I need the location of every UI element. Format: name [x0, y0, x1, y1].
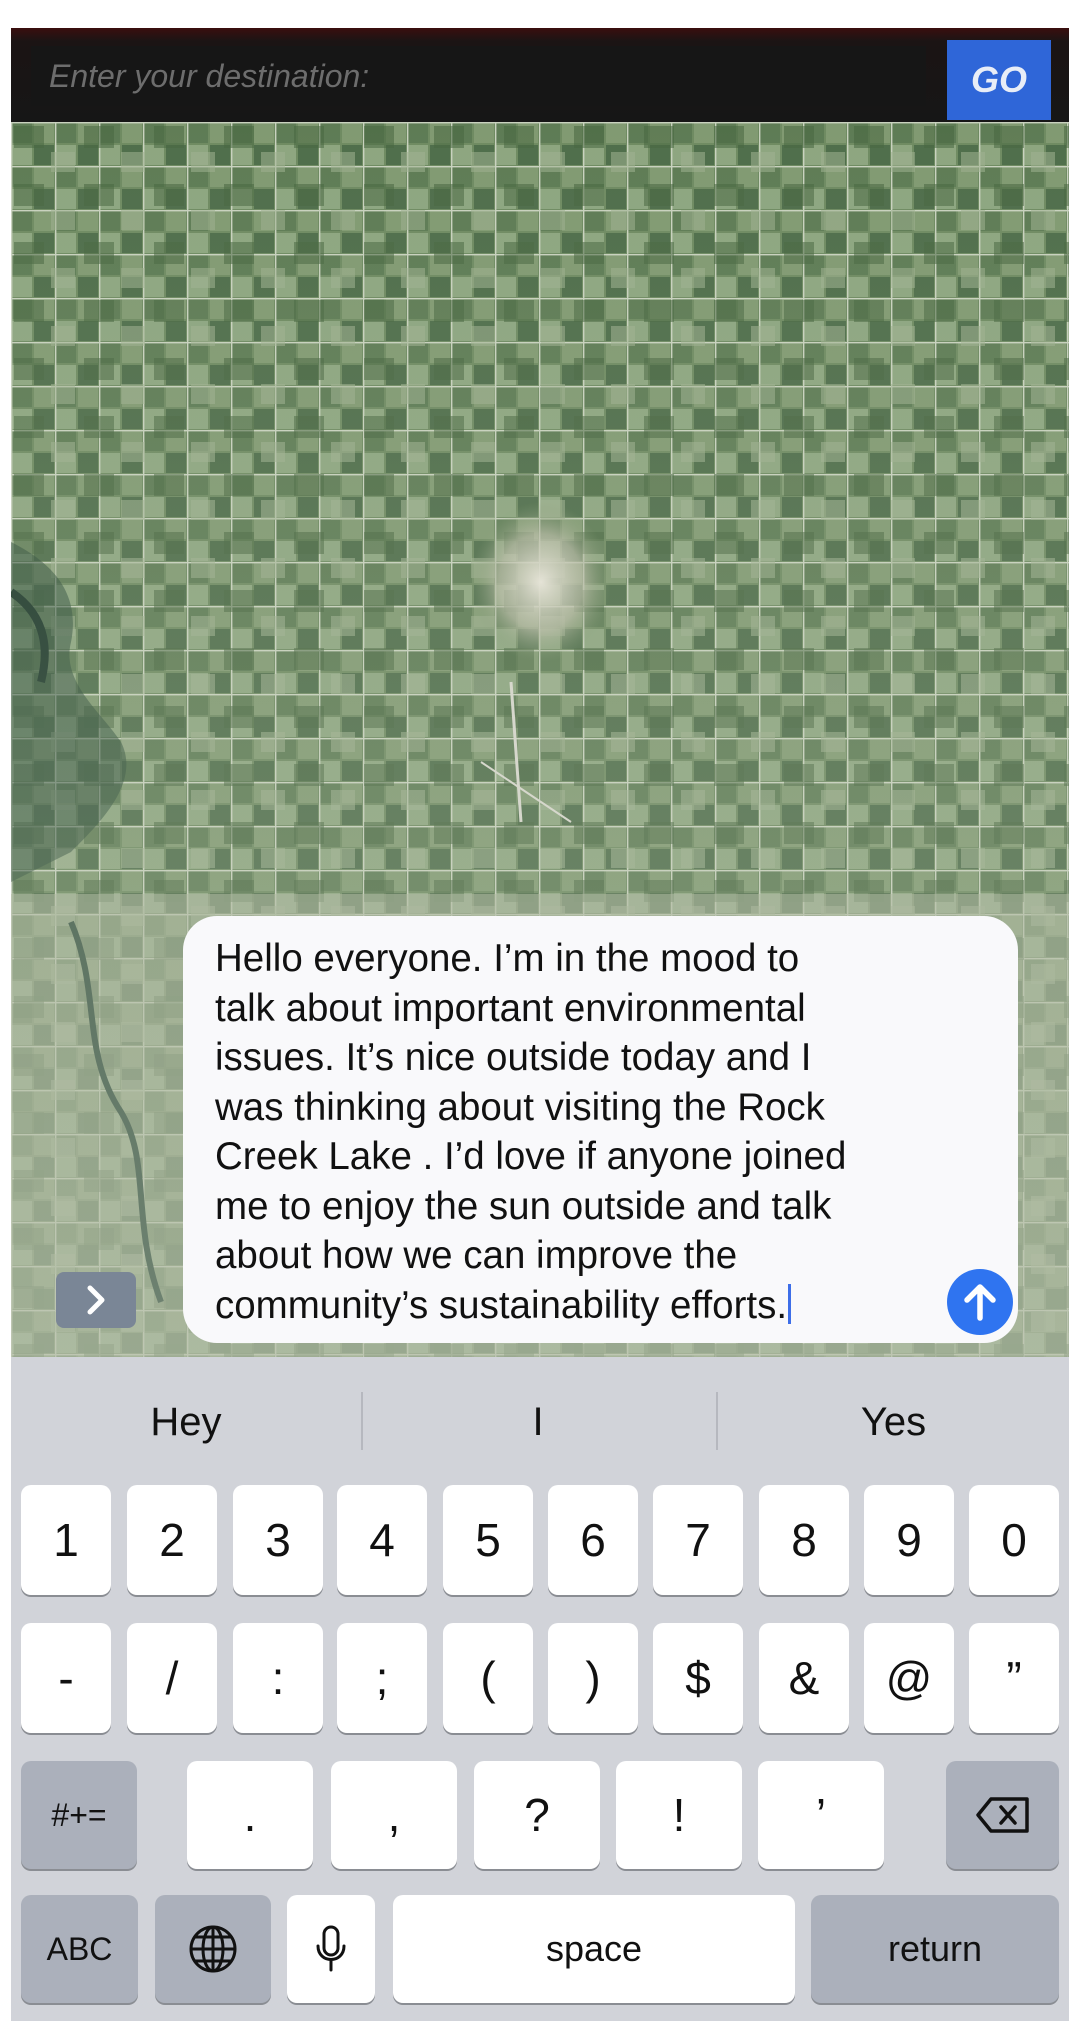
symbol-key-1[interactable]: -	[21, 1623, 111, 1733]
punctuation-key-4[interactable]: !	[616, 1761, 742, 1869]
digit-key-7[interactable]: 7	[653, 1485, 743, 1595]
digit-key-4[interactable]: 4	[337, 1485, 427, 1595]
digit-key-2[interactable]: 2	[127, 1485, 217, 1595]
symbol-key-3[interactable]: :	[233, 1623, 323, 1733]
digit-key-8[interactable]: 8	[759, 1485, 849, 1595]
return-key[interactable]: return	[811, 1895, 1059, 2003]
symbol-key-7[interactable]: $	[653, 1623, 743, 1733]
chevron-right-icon	[87, 1285, 105, 1315]
send-button[interactable]	[947, 1269, 1013, 1335]
symbol-key-8[interactable]: &	[759, 1623, 849, 1733]
app-frame: GO	[11, 0, 1069, 2021]
arrow-up-icon	[964, 1284, 996, 1321]
expand-button[interactable]	[56, 1272, 136, 1328]
globe-icon	[189, 1925, 237, 1973]
symbol-key-6[interactable]: )	[548, 1623, 638, 1733]
go-button[interactable]: GO	[947, 40, 1051, 120]
symbol-key-2[interactable]: /	[127, 1623, 217, 1733]
microphone-key[interactable]	[287, 1895, 375, 2003]
symbols-mode-key[interactable]: #+=	[21, 1761, 137, 1869]
globe-key[interactable]	[155, 1895, 271, 2003]
symbol-key-4[interactable]: ;	[337, 1623, 427, 1733]
digit-key-10[interactable]: 0	[969, 1485, 1059, 1595]
abc-key[interactable]: ABC	[21, 1895, 138, 2003]
prediction-2[interactable]: I	[363, 1357, 713, 1487]
top-strip	[11, 0, 1069, 28]
digit-key-6[interactable]: 6	[548, 1485, 638, 1595]
prediction-1[interactable]: Hey	[11, 1357, 361, 1487]
text-caret	[788, 1283, 792, 1324]
digit-key-1[interactable]: 1	[21, 1485, 111, 1595]
keyboard: Hey I Yes 1234567890 - /:;() $ & @” #+= .,?!…	[11, 1357, 1069, 2021]
punctuation-key-1[interactable]: .	[187, 1761, 313, 1869]
punctuation-key-3[interactable]: ?	[474, 1761, 600, 1869]
destination-bar: GO	[11, 28, 1069, 122]
space-key[interactable]: space	[393, 1895, 795, 2003]
punctuation-key-2[interactable]: ,	[331, 1761, 457, 1869]
delete-key[interactable]	[946, 1761, 1059, 1869]
backspace-icon	[975, 1797, 1029, 1833]
message-composer[interactable]: Hello everyone. I’m in the mood to talk …	[183, 916, 1018, 1343]
symbol-key-10[interactable]: ”	[969, 1623, 1059, 1733]
symbol-key-9[interactable]: @	[864, 1623, 954, 1733]
symbol-key-5[interactable]: (	[443, 1623, 533, 1733]
digit-key-3[interactable]: 3	[233, 1485, 323, 1595]
punctuation-key-5[interactable]: ’	[758, 1761, 884, 1869]
microphone-icon	[316, 1925, 346, 1972]
message-text[interactable]: Hello everyone. I’m in the mood to talk …	[215, 934, 915, 1330]
destination-input[interactable]	[31, 46, 926, 106]
digit-key-9[interactable]: 9	[864, 1485, 954, 1595]
digit-key-5[interactable]: 5	[443, 1485, 533, 1595]
predictive-bar: Hey I Yes	[11, 1357, 1069, 1487]
prediction-3[interactable]: Yes	[718, 1357, 1069, 1487]
